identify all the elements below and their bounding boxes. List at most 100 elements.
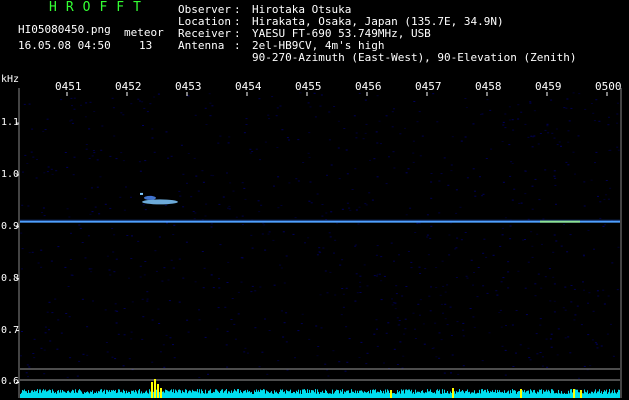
noise-speck [530, 231, 533, 233]
noise-speck [146, 300, 149, 302]
noise-speck [286, 137, 289, 139]
noise-speck [328, 111, 331, 113]
noise-speck [351, 189, 354, 190]
level-bar [214, 392, 215, 398]
noise-speck [450, 170, 453, 172]
noise-speck [346, 361, 349, 363]
level-bar [345, 392, 346, 398]
noise-speck [531, 185, 534, 187]
noise-speck [368, 192, 371, 194]
noise-speck [261, 351, 264, 353]
noise-speck [91, 187, 93, 189]
level-bar [386, 392, 387, 398]
level-bar [35, 391, 36, 398]
noise-speck [544, 276, 547, 278]
noise-speck [33, 357, 36, 359]
level-bar [369, 393, 370, 398]
noise-speck [67, 286, 70, 287]
noise-speck [501, 234, 504, 236]
level-bar [321, 392, 322, 398]
noise-speck [555, 203, 557, 205]
noise-speck [486, 292, 489, 294]
level-bar [464, 393, 465, 398]
noise-speck [462, 335, 465, 337]
noise-speck [455, 189, 458, 191]
noise-speck [73, 97, 76, 99]
noise-speck [364, 132, 367, 134]
noise-speck [355, 209, 358, 211]
noise-speck [226, 172, 228, 174]
noise-speck [71, 274, 74, 276]
noise-speck [591, 339, 594, 341]
noise-speck [583, 255, 585, 257]
level-bar [488, 391, 489, 398]
noise-speck [430, 286, 432, 288]
level-bar [68, 390, 69, 398]
noise-speck [210, 174, 213, 176]
noise-speck [194, 114, 197, 116]
level-bar [128, 391, 129, 398]
noise-speck [376, 95, 379, 97]
noise-speck [164, 204, 167, 206]
noise-speck [524, 170, 527, 172]
noise-speck [249, 148, 252, 150]
level-bar [357, 390, 358, 398]
noise-speck [578, 377, 580, 379]
noise-speck [283, 282, 286, 284]
level-bar [81, 391, 82, 398]
noise-speck [186, 182, 188, 184]
noise-speck [567, 130, 570, 132]
level-bar [236, 391, 237, 398]
noise-speck [616, 102, 619, 104]
noise-speck [66, 376, 69, 378]
noise-speck [532, 136, 535, 138]
noise-speck [300, 323, 303, 325]
noise-speck [612, 355, 615, 357]
noise-speck [157, 308, 160, 310]
level-bar [213, 391, 214, 398]
noise-speck [380, 256, 383, 258]
noise-speck [455, 277, 458, 278]
noise-speck [32, 353, 35, 354]
level-bar [351, 389, 352, 398]
noise-speck [141, 298, 144, 300]
level-bar [175, 389, 176, 398]
noise-speck [359, 281, 362, 283]
noise-speck [459, 206, 462, 208]
level-bar [189, 390, 190, 398]
level-bar [258, 390, 259, 398]
level-bar [24, 389, 25, 398]
level-bar [463, 391, 464, 398]
level-bar [132, 390, 133, 398]
level-bar [26, 391, 27, 398]
noise-speck [528, 357, 531, 359]
noise-speck [130, 196, 132, 198]
noise-speck [321, 215, 324, 217]
noise-speck [123, 209, 126, 211]
noise-speck [567, 141, 570, 143]
level-bar [413, 391, 414, 398]
level-bar [194, 391, 195, 398]
noise-speck [357, 223, 360, 225]
noise-speck [603, 198, 606, 200]
noise-speck [564, 286, 567, 288]
level-bar [501, 392, 502, 398]
noise-speck [365, 123, 368, 125]
noise-speck [316, 193, 319, 195]
level-bar [352, 391, 353, 398]
level-bar [241, 392, 242, 398]
noise-speck [363, 264, 366, 266]
level-bar [327, 392, 328, 398]
noise-speck [241, 215, 244, 217]
noise-speck [277, 176, 280, 178]
level-bar [550, 393, 551, 398]
noise-speck [280, 267, 283, 269]
level-bar [455, 393, 456, 398]
noise-speck [267, 114, 270, 116]
time-tick-label: 0456 [355, 80, 382, 93]
noise-speck [553, 283, 556, 285]
level-bar [177, 392, 178, 398]
spectrogram [16, 88, 622, 398]
noise-speck [106, 255, 109, 257]
noise-speck [201, 170, 204, 172]
